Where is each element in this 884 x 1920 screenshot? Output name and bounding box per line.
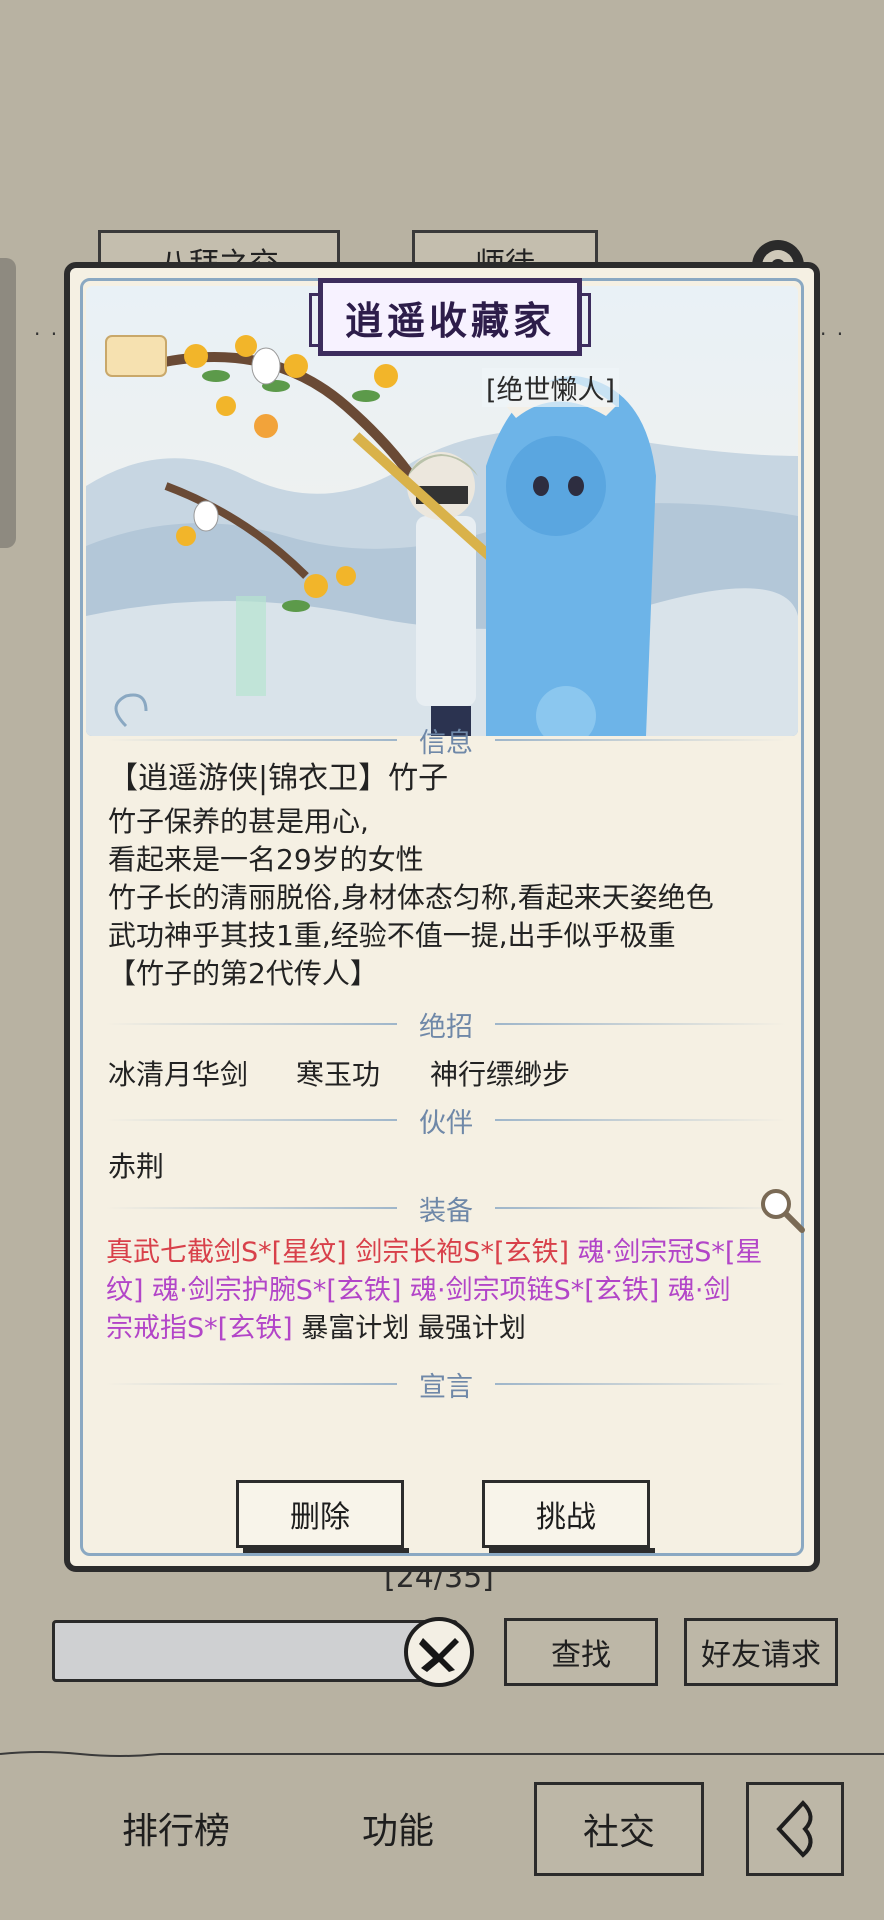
equipment-item[interactable]: 暴富计划: [301, 1313, 409, 1344]
partner-name: 赤荆: [108, 1150, 165, 1183]
divider-line: [106, 739, 397, 741]
section-declaration-label: 宣言: [419, 1371, 473, 1403]
equipment-list: 真武七截剑S*[星纹] 剑宗长袍S*[玄铁] 魂·剑宗冠S*[星 纹] 魂·剑宗…: [106, 1234, 786, 1348]
divider-dots-right: · ·: [820, 322, 846, 346]
challenge-button-label: 挑战: [536, 1500, 596, 1535]
section-info-header: 信息: [106, 720, 786, 760]
divider-line: [106, 1119, 397, 1121]
equipment-item[interactable]: 纹]: [106, 1275, 144, 1306]
equipment-item[interactable]: 魂·剑: [668, 1275, 731, 1306]
info-line: 竹子保养的甚是用心,: [108, 805, 369, 838]
clear-search-button[interactable]: [404, 1617, 474, 1687]
equipment-item[interactable]: 真武七截剑S*[星纹]: [106, 1237, 347, 1268]
section-equipment-label: 装备: [419, 1195, 473, 1227]
divider-line: [495, 739, 786, 741]
section-skills-header: 绝招: [106, 1004, 786, 1044]
divider-line: [495, 1207, 786, 1209]
delete-button-label: 删除: [290, 1500, 350, 1535]
equipment-line: 纹] 魂·剑宗护腕S*[玄铁] 魂·剑宗项链S*[玄铁] 魂·剑: [106, 1272, 786, 1310]
search-input[interactable]: [52, 1620, 458, 1682]
section-declaration-header: 宣言: [106, 1364, 786, 1404]
nav-social-label: 社交: [582, 1812, 655, 1853]
dialog-title: 逍遥收藏家: [309, 278, 591, 356]
nav-ranking[interactable]: 排行榜: [122, 1802, 230, 1854]
divider-line: [495, 1383, 786, 1385]
info-line: 看起来是一名29岁的女性: [108, 843, 424, 876]
section-skills-label: 绝招: [419, 1011, 473, 1043]
equipment-item[interactable]: 剑宗长袍S*[玄铁]: [355, 1237, 569, 1268]
character-tagline: [绝世懒人]: [482, 368, 620, 407]
challenge-button[interactable]: 挑战: [482, 1480, 655, 1553]
equipment-line: 真武七截剑S*[星纹] 剑宗长袍S*[玄铁] 魂·剑宗冠S*[星: [106, 1234, 786, 1272]
divider-line: [106, 1207, 397, 1209]
find-button[interactable]: 查找: [504, 1618, 658, 1686]
nav-functions[interactable]: 功能: [362, 1802, 434, 1854]
divider-line: [106, 1383, 397, 1385]
clear-icon: [419, 1638, 459, 1672]
divider-line: [106, 1023, 397, 1025]
magnifier-icon[interactable]: [756, 1184, 806, 1234]
nav-social[interactable]: 社交: [534, 1782, 704, 1876]
equipment-item[interactable]: 魂·剑宗护腕S*[玄铁]: [152, 1275, 401, 1306]
section-info-label: 信息: [419, 727, 473, 759]
back-arrow-icon: [776, 1800, 813, 1858]
skill-item: 冰清月华剑: [108, 1058, 249, 1091]
divider-line: [495, 1023, 786, 1025]
back-button[interactable]: [746, 1782, 844, 1876]
info-line: 竹子长的清丽脱俗,身材体态匀称,看起来天姿绝色: [108, 881, 714, 914]
character-name-line: 【逍遥游侠|锦衣卫】竹子: [108, 761, 449, 796]
friend-request-button[interactable]: 好友请求: [684, 1618, 838, 1686]
find-button-label: 查找: [551, 1638, 611, 1673]
equipment-item[interactable]: 魂·剑宗冠S*[星: [578, 1237, 763, 1268]
divider-line: [495, 1119, 786, 1121]
info-line: 【竹子的第2代传人】: [108, 957, 378, 990]
equipment-item[interactable]: 宗戒指S*[玄铁]: [106, 1313, 293, 1344]
skill-item: 神行缥缈步: [430, 1058, 571, 1091]
equipment-item[interactable]: 魂·剑宗项链S*[玄铁]: [410, 1275, 659, 1306]
section-partner-label: 伙伴: [419, 1107, 473, 1139]
side-drawer-handle[interactable]: [0, 258, 16, 548]
info-line: 武功神乎其技1重,经验不值一提,出手似乎极重: [108, 919, 676, 952]
equipment-line: 宗戒指S*[玄铁] 暴富计划 最强计划: [106, 1310, 786, 1348]
friend-request-label: 好友请求: [701, 1638, 821, 1673]
skill-item: 寒玉功: [296, 1058, 381, 1091]
section-partner-header: 伙伴: [106, 1100, 786, 1140]
delete-button[interactable]: 删除: [236, 1480, 409, 1553]
section-equipment-header: 装备: [106, 1188, 786, 1228]
equipment-item[interactable]: 最强计划: [418, 1313, 526, 1344]
bottom-divider: [0, 1751, 884, 1757]
